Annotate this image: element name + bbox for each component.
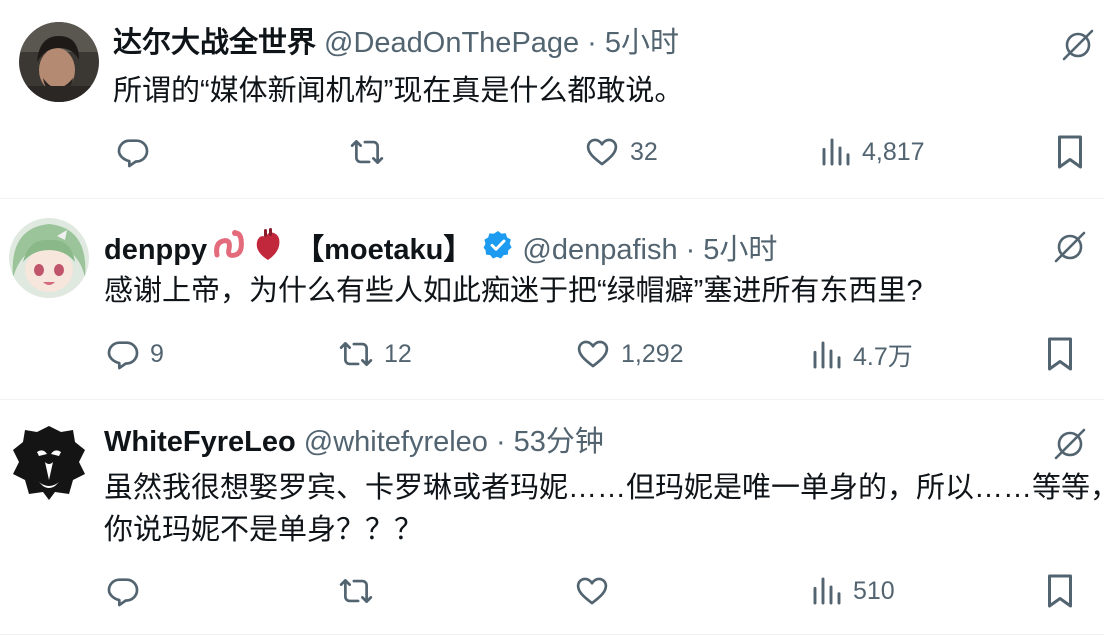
separator-dot: · (495, 426, 506, 458)
heart-icon (577, 340, 609, 368)
tweet-header: WhiteFyreLeo @whitefyreleo · 53分钟 (104, 424, 604, 460)
worm-emoji-icon (213, 229, 247, 270)
separator-dot: · (685, 233, 696, 266)
views-count: 4.7万 (853, 343, 913, 371)
views-icon (822, 138, 850, 166)
bookmark-button[interactable] (1045, 573, 1075, 609)
handle[interactable]: @denpafish (522, 232, 677, 268)
tweet-text: 所谓的“媒体新闻机构”现在真是什么都敢说。 (113, 75, 684, 107)
reply-count: 9 (150, 339, 164, 368)
grok-icon[interactable] (1053, 427, 1087, 461)
like-button[interactable] (574, 574, 620, 608)
retweet-button[interactable] (349, 135, 395, 169)
tweet-divider (0, 634, 1104, 635)
heart-icon (586, 138, 618, 166)
display-name-suffix[interactable]: 【moetaku】 (295, 232, 472, 268)
reply-button[interactable] (116, 135, 160, 169)
bookmark-button[interactable] (1045, 336, 1075, 372)
heart-icon (576, 577, 608, 605)
grok-icon[interactable] (1053, 230, 1087, 264)
reply-icon (117, 139, 149, 168)
retweet-button[interactable]: 12 (338, 337, 412, 371)
avatar[interactable] (19, 22, 99, 102)
retweet-count: 12 (384, 339, 412, 368)
handle[interactable]: @DeadOnThePage (324, 25, 579, 61)
bookmark-icon (1048, 337, 1072, 371)
avatar[interactable] (9, 422, 89, 502)
retweet-icon (350, 140, 384, 164)
views-icon (813, 577, 841, 605)
like-count: 32 (630, 137, 658, 166)
anatomical-heart-emoji-icon (253, 228, 283, 271)
reply-button[interactable] (106, 574, 150, 608)
timestamp[interactable]: 53分钟 (514, 424, 604, 460)
retweet-button[interactable] (338, 574, 384, 608)
views-button[interactable]: 4,817 (820, 135, 925, 169)
avatar[interactable] (9, 218, 89, 298)
tweet-text: 感谢上帝，为什么有些人如此痴迷于把“绿帽癖”塞进所有东西里? (104, 275, 923, 307)
retweet-icon (339, 579, 373, 603)
like-count: 1,292 (621, 339, 684, 368)
tweet-text-line-1: 虽然我很想娶罗宾、卡罗琳或者玛妮……但玛妮是唯一单身的，所以……等等， (104, 472, 1104, 504)
display-name[interactable]: denppy (104, 232, 207, 268)
separator-dot: · (587, 27, 597, 59)
reply-button[interactable]: 9 (106, 337, 164, 371)
like-button[interactable]: 1,292 (575, 337, 684, 371)
retweet-icon (339, 342, 373, 366)
verified-badge-icon (482, 229, 514, 270)
tweet-text-line-2: 你说玛妮不是单身？？？ (104, 514, 424, 546)
reply-icon (107, 341, 139, 370)
tweet-header: 达尔大战全世界 @DeadOnThePage · 5小时 (113, 25, 679, 61)
grok-icon[interactable] (1061, 28, 1095, 62)
bookmark-icon (1058, 135, 1082, 169)
display-name[interactable]: 达尔大战全世界 (113, 25, 316, 61)
bookmark-icon (1048, 574, 1072, 608)
views-button[interactable]: 510 (811, 574, 895, 608)
tweet-3[interactable]: WhiteFyreLeo @whitefyreleo · 53分钟 虽然我很想娶… (0, 400, 1104, 636)
handle[interactable]: @whitefyreleo (304, 424, 488, 460)
timestamp[interactable]: 5小时 (605, 25, 679, 61)
views-count: 510 (853, 576, 895, 605)
like-button[interactable]: 32 (584, 135, 658, 169)
tweet-1[interactable]: 达尔大战全世界 @DeadOnThePage · 5小时 所谓的“媒体新闻机构”… (0, 0, 1104, 198)
views-icon (813, 341, 841, 369)
timestamp[interactable]: 5小时 (703, 232, 777, 268)
views-button[interactable]: 4.7万 (811, 337, 913, 373)
reply-icon (107, 578, 139, 607)
tweet-2[interactable]: denppy 【moetaku】 @denpafish · 5小时 感谢上帝，为… (0, 199, 1104, 399)
display-name[interactable]: WhiteFyreLeo (104, 424, 296, 460)
tweet-feed: 达尔大战全世界 @DeadOnThePage · 5小时 所谓的“媒体新闻机构”… (0, 0, 1104, 636)
views-count: 4,817 (862, 137, 925, 166)
bookmark-button[interactable] (1055, 134, 1085, 170)
tweet-header: denppy 【moetaku】 @denpafish · 5小时 (104, 228, 777, 271)
